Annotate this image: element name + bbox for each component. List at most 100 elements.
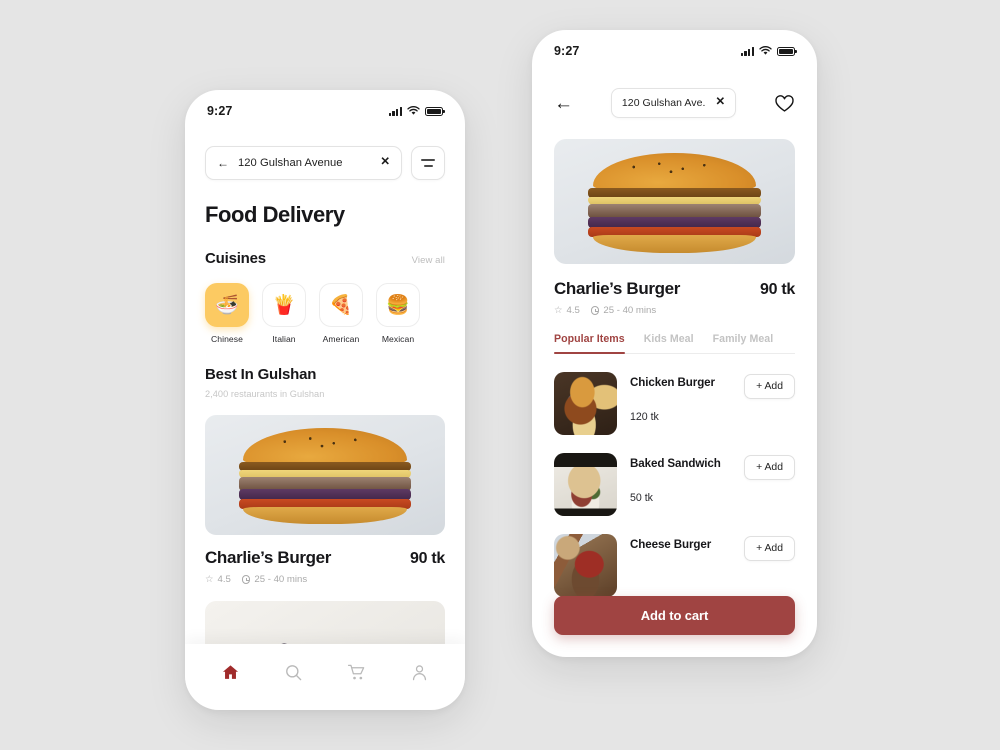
phone-mockup-home: 9:27 ← 120 Gulshan Avenue ✕ Food Deliver… [185, 90, 465, 710]
menu-tabs: Popular Items Kids Meal Family Meal [554, 333, 795, 354]
chicken-burger-photo [554, 372, 617, 435]
add-item-button[interactable]: + Add [744, 455, 795, 480]
search-address-value: 120 Gulshan Avenue [238, 157, 343, 169]
cuisines-title: Cuisines [205, 250, 266, 267]
cart-icon [347, 664, 365, 679]
battery-full-icon [425, 106, 446, 116]
restaurant-price: 90 tk [410, 550, 445, 567]
close-x-icon[interactable]: ✕ [715, 97, 725, 109]
fries-cup-icon: 🍟 [262, 283, 306, 327]
cuisine-item-italian[interactable]: 🍟 Italian [262, 283, 306, 344]
menu-item-price: 50 tk [630, 492, 653, 504]
burger-photo [205, 415, 445, 535]
cuisines-view-all-link[interactable]: View all [412, 255, 445, 266]
nav-item-search[interactable] [277, 655, 311, 689]
restaurant-stats: ☆ 4.5 25 - 40 mins [205, 568, 445, 585]
cuisine-item-mexican[interactable]: 🍔 Mexican [376, 283, 420, 344]
status-icons [388, 106, 446, 116]
bottom-navigation [185, 644, 465, 710]
home-icon [222, 664, 239, 679]
menu-item-info: Chicken Burger 120 tk [630, 372, 731, 423]
status-bar: 9:27 [185, 90, 465, 122]
cuisines-section-header: Cuisines View all [185, 228, 465, 267]
menu-item-info: Cheese Burger [630, 534, 731, 573]
clock-icon [241, 575, 251, 584]
status-icons [740, 46, 798, 56]
best-section-subtitle: 2,400 restaurants in Gulshan [205, 389, 325, 399]
wifi-icon [759, 46, 772, 55]
cuisine-label: American [322, 334, 360, 344]
status-time: 9:27 [207, 104, 233, 118]
menu-item-name: Chicken Burger [630, 376, 715, 389]
close-x-icon[interactable]: ✕ [380, 157, 390, 169]
arrow-left-icon[interactable]: ← [554, 94, 573, 113]
address-pill[interactable]: 120 Gulshan Ave. ✕ [610, 88, 737, 118]
arrow-left-icon[interactable]: ← [217, 157, 229, 169]
nav-item-cart[interactable] [340, 655, 374, 689]
menu-items-list: Chicken Burger 120 tk + Add Baked Sandwi… [532, 354, 817, 597]
restaurant-title-row: Charlie’s Burger 90 tk [554, 279, 795, 299]
restaurant-name: Charlie’s Burger [554, 279, 681, 298]
tab-kids-meal[interactable]: Kids Meal [644, 333, 694, 353]
restaurant-price: 90 tk [760, 281, 795, 298]
cuisine-item-chinese[interactable]: 🍜 Chinese [205, 283, 249, 344]
menu-item-row[interactable]: Cheese Burger + Add [554, 516, 795, 597]
menu-item-name: Baked Sandwich [630, 457, 721, 470]
noodle-bowl-icon: 🍜 [205, 283, 249, 327]
star-outline-icon: ☆ [554, 304, 563, 316]
status-bar: 9:27 [532, 30, 817, 62]
battery-full-icon [777, 46, 798, 56]
cuisines-list: 🍜 Chinese 🍟 Italian 🍕 American 🍔 Mexican [185, 267, 465, 344]
burger-icon: 🍔 [376, 283, 420, 327]
delivery-time-value: 25 - 40 mins [254, 574, 308, 585]
menu-item-row[interactable]: Chicken Burger 120 tk + Add [554, 354, 795, 435]
cuisine-label: Chinese [211, 334, 243, 344]
nav-item-home[interactable] [214, 655, 248, 689]
search-icon [286, 664, 302, 680]
baked-sandwich-photo [554, 453, 617, 516]
page-title: Food Delivery [205, 202, 345, 227]
pizza-slice-icon: 🍕 [319, 283, 363, 327]
delivery-time-stat: 25 - 40 mins [590, 305, 657, 316]
menu-item-price: 120 tk [630, 411, 659, 423]
best-section-title: Best In Gulshan [205, 366, 317, 383]
filter-lines-icon[interactable] [411, 146, 445, 180]
heart-outline-icon[interactable] [774, 93, 795, 114]
search-row: ← 120 Gulshan Avenue ✕ [185, 122, 465, 180]
add-item-button[interactable]: + Add [744, 536, 795, 561]
nav-item-profile[interactable] [403, 655, 437, 689]
restaurant-meta: Charlie’s Burger 90 tk [205, 535, 445, 568]
delivery-time-value: 25 - 40 mins [603, 305, 657, 316]
cuisine-item-american[interactable]: 🍕 American [319, 283, 363, 344]
cellular-signal-icon [740, 46, 754, 56]
wifi-icon [407, 106, 420, 115]
rating-value: 4.5 [566, 305, 580, 316]
menu-item-name: Cheese Burger [630, 538, 712, 551]
cuisine-label: Mexican [381, 334, 415, 344]
rating-stat: ☆ 4.5 [554, 305, 580, 316]
menu-item-price [630, 551, 731, 573]
status-time: 9:27 [554, 44, 580, 58]
search-input[interactable]: ← 120 Gulshan Avenue ✕ [205, 146, 402, 180]
menu-item-info: Baked Sandwich 50 tk [630, 453, 731, 504]
delivery-time-stat: 25 - 40 mins [241, 574, 308, 585]
restaurant-detail-meta: Charlie’s Burger 90 tk ☆ 4.5 25 - 40 min… [532, 264, 817, 316]
star-outline-icon: ☆ [205, 573, 214, 585]
cheese-burger-photo [554, 534, 617, 597]
add-to-cart-button[interactable]: Add to cart [554, 596, 795, 635]
detail-header: ← 120 Gulshan Ave. ✕ [532, 62, 817, 118]
restaurant-stats: ☆ 4.5 25 - 40 mins [554, 299, 795, 316]
restaurant-card[interactable]: Charlie’s Burger 90 tk ☆ 4.5 25 - 40 min… [185, 399, 465, 585]
menu-item-row[interactable]: Baked Sandwich 50 tk + Add [554, 435, 795, 516]
restaurant-name: Charlie’s Burger [205, 548, 332, 567]
tab-popular-items[interactable]: Popular Items [554, 333, 625, 354]
rating-stat: ☆ 4.5 [205, 574, 231, 585]
tab-family-meal[interactable]: Family Meal [713, 333, 774, 353]
cellular-signal-icon [388, 106, 402, 116]
address-value: 120 Gulshan Ave. [621, 97, 706, 109]
add-item-button[interactable]: + Add [744, 374, 795, 399]
person-icon [412, 664, 427, 680]
clock-icon [590, 306, 600, 315]
cuisine-label: Italian [272, 334, 296, 344]
phone-mockup-detail: 9:27 ← 120 Gulshan Ave. ✕ Charlie’s Burg… [532, 30, 817, 657]
